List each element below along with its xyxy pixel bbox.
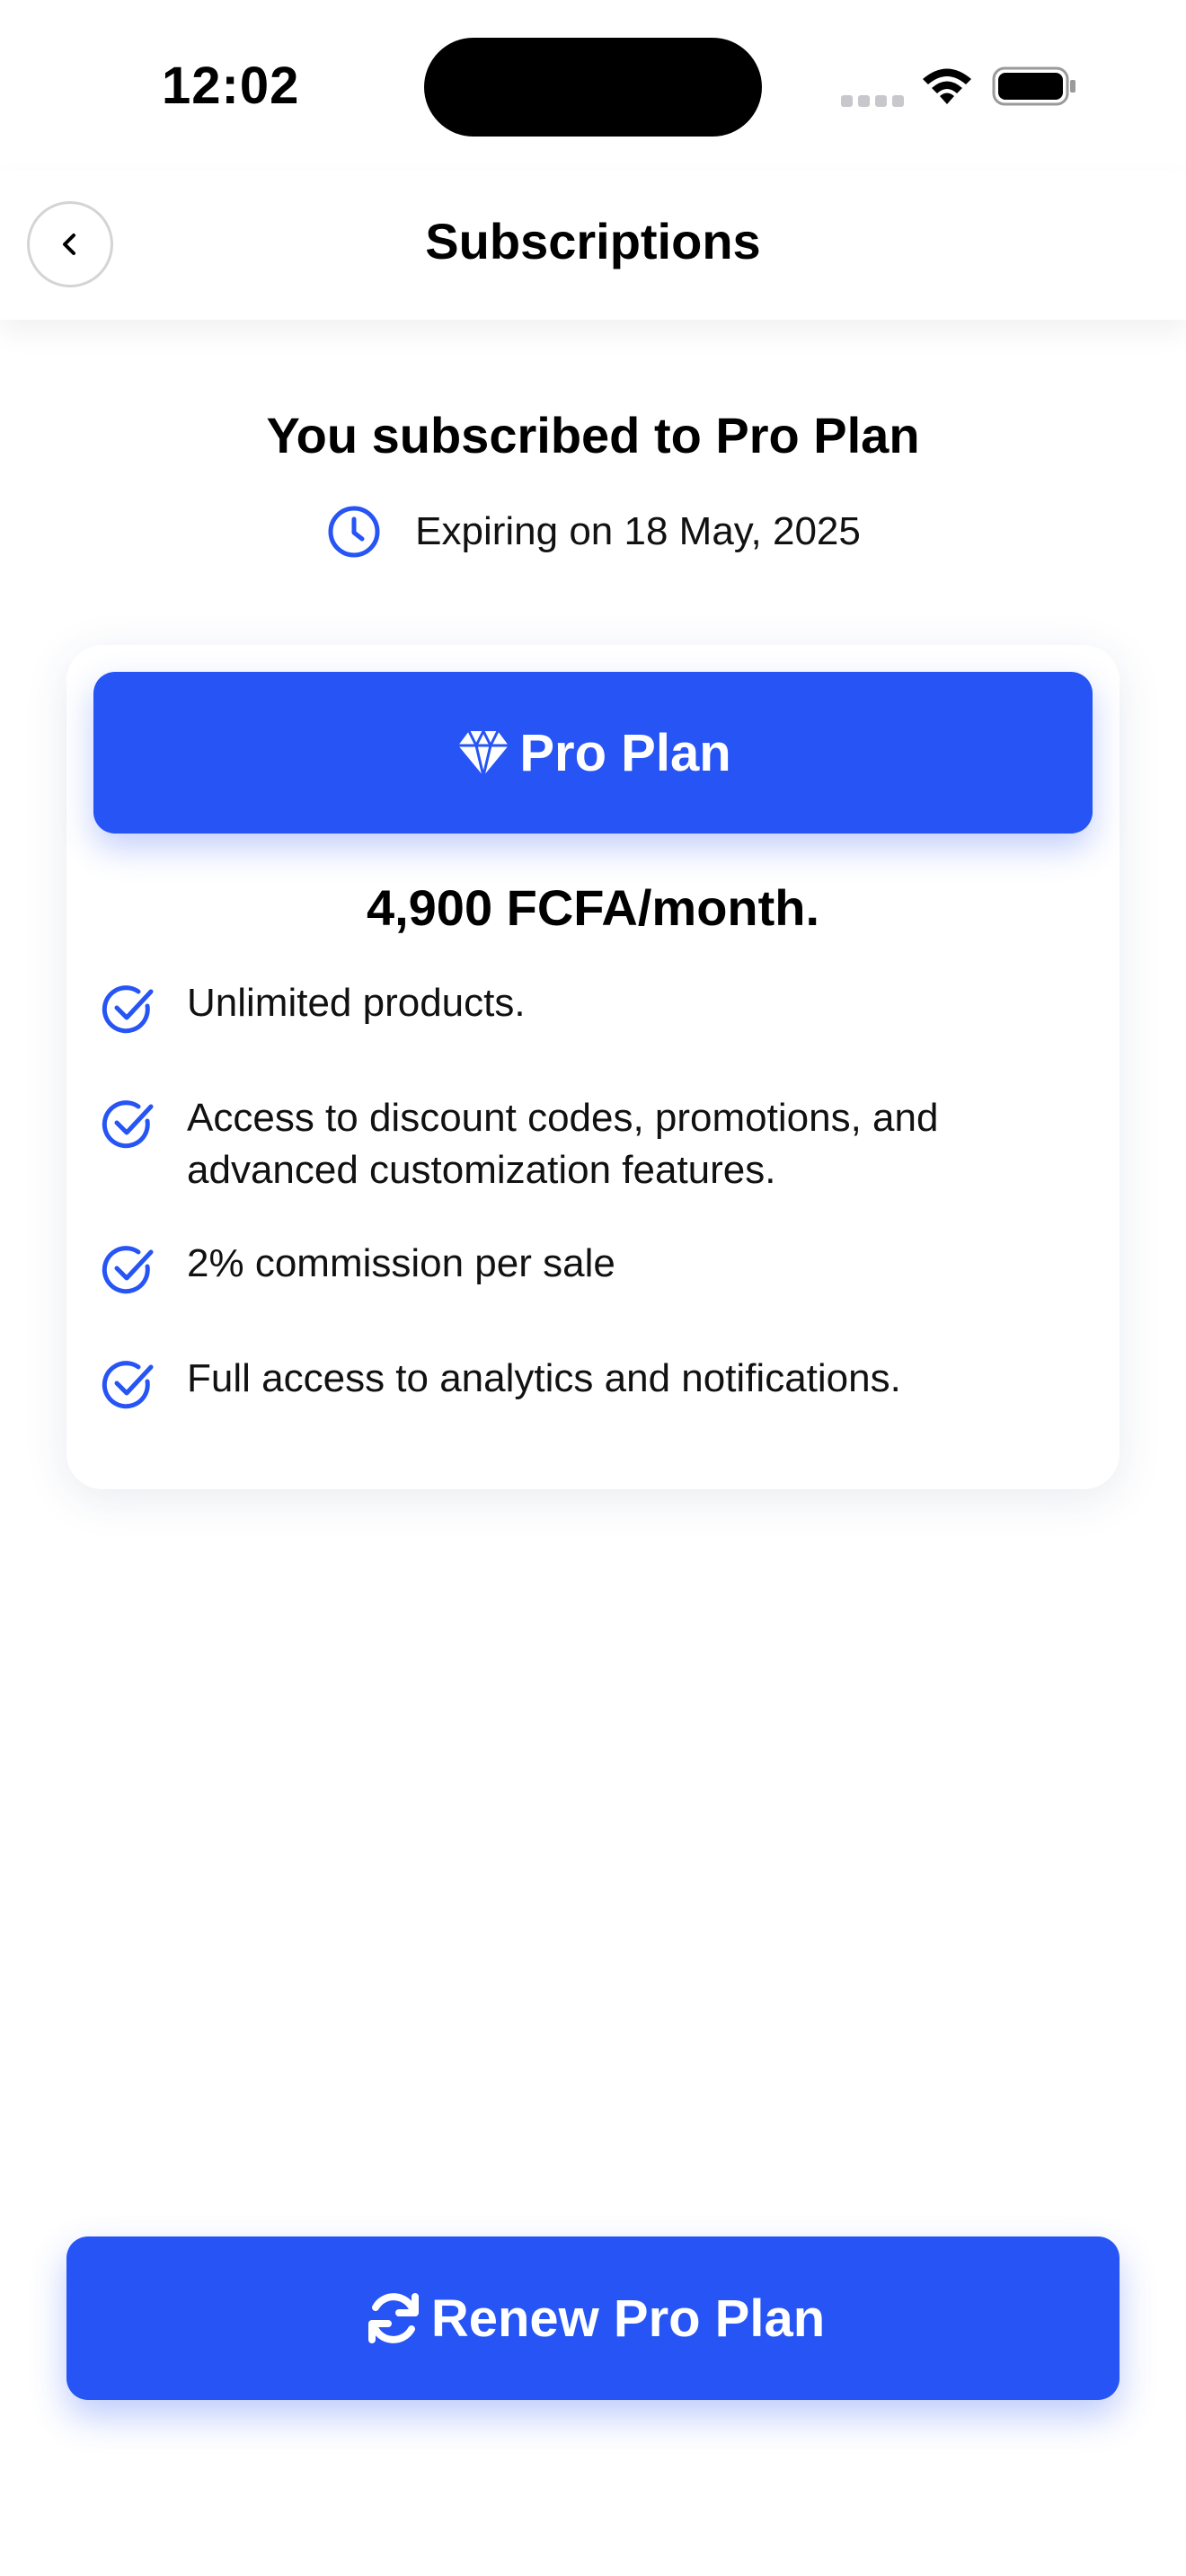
- dynamic-island: [424, 38, 762, 137]
- renew-plan-button[interactable]: Renew Pro Plan: [66, 2236, 1120, 2400]
- header: Subscriptions: [0, 171, 1186, 320]
- plan-card: Pro Plan 4,900 FCFA/month. Unlimited pro…: [66, 645, 1120, 1489]
- battery-icon: [992, 66, 1075, 106]
- renew-button-label: Renew Pro Plan: [430, 2289, 826, 2348]
- subscription-title: You subscribed to Pro Plan: [266, 407, 920, 463]
- cellular-signal-icon: [841, 95, 906, 108]
- feature-text: Full access to analytics and notificatio…: [187, 1356, 901, 1400]
- clock-icon: [328, 506, 380, 558]
- feature-text: 2% commission per sale: [187, 1241, 615, 1285]
- feature-item: Unlimited products.: [99, 977, 1087, 1038]
- check-circle-icon: [102, 1100, 154, 1149]
- status-time: 12:02: [162, 57, 300, 115]
- wifi-icon: [923, 68, 971, 104]
- check-circle-icon: [102, 1246, 154, 1294]
- plan-name: Pro Plan: [519, 723, 731, 782]
- expiry-text: Expiring on 18 May, 2025: [415, 509, 861, 553]
- plan-price: 4,900 FCFA/month.: [366, 879, 820, 936]
- feature-list: Unlimited products. Access to discount c…: [99, 977, 1087, 1414]
- plan-header: Pro Plan: [93, 672, 1093, 834]
- feature-item: Full access to analytics and notificatio…: [99, 1353, 1087, 1414]
- diamond-icon: [458, 729, 509, 778]
- feature-item: Access to discount codes, promotions, an…: [99, 1092, 1087, 1196]
- page-title: Subscriptions: [425, 213, 761, 269]
- feature-text: Access to discount codes, promotions, an…: [187, 1096, 939, 1192]
- refresh-icon: [367, 2293, 419, 2343]
- check-circle-icon: [102, 1361, 154, 1409]
- status-bar: 12:02: [0, 0, 1186, 171]
- feature-item: 2% commission per sale: [99, 1238, 1087, 1299]
- check-circle-icon: [102, 985, 154, 1034]
- expiry-row: Expiring on 18 May, 2025: [0, 503, 1186, 560]
- feature-text: Unlimited products.: [187, 981, 526, 1025]
